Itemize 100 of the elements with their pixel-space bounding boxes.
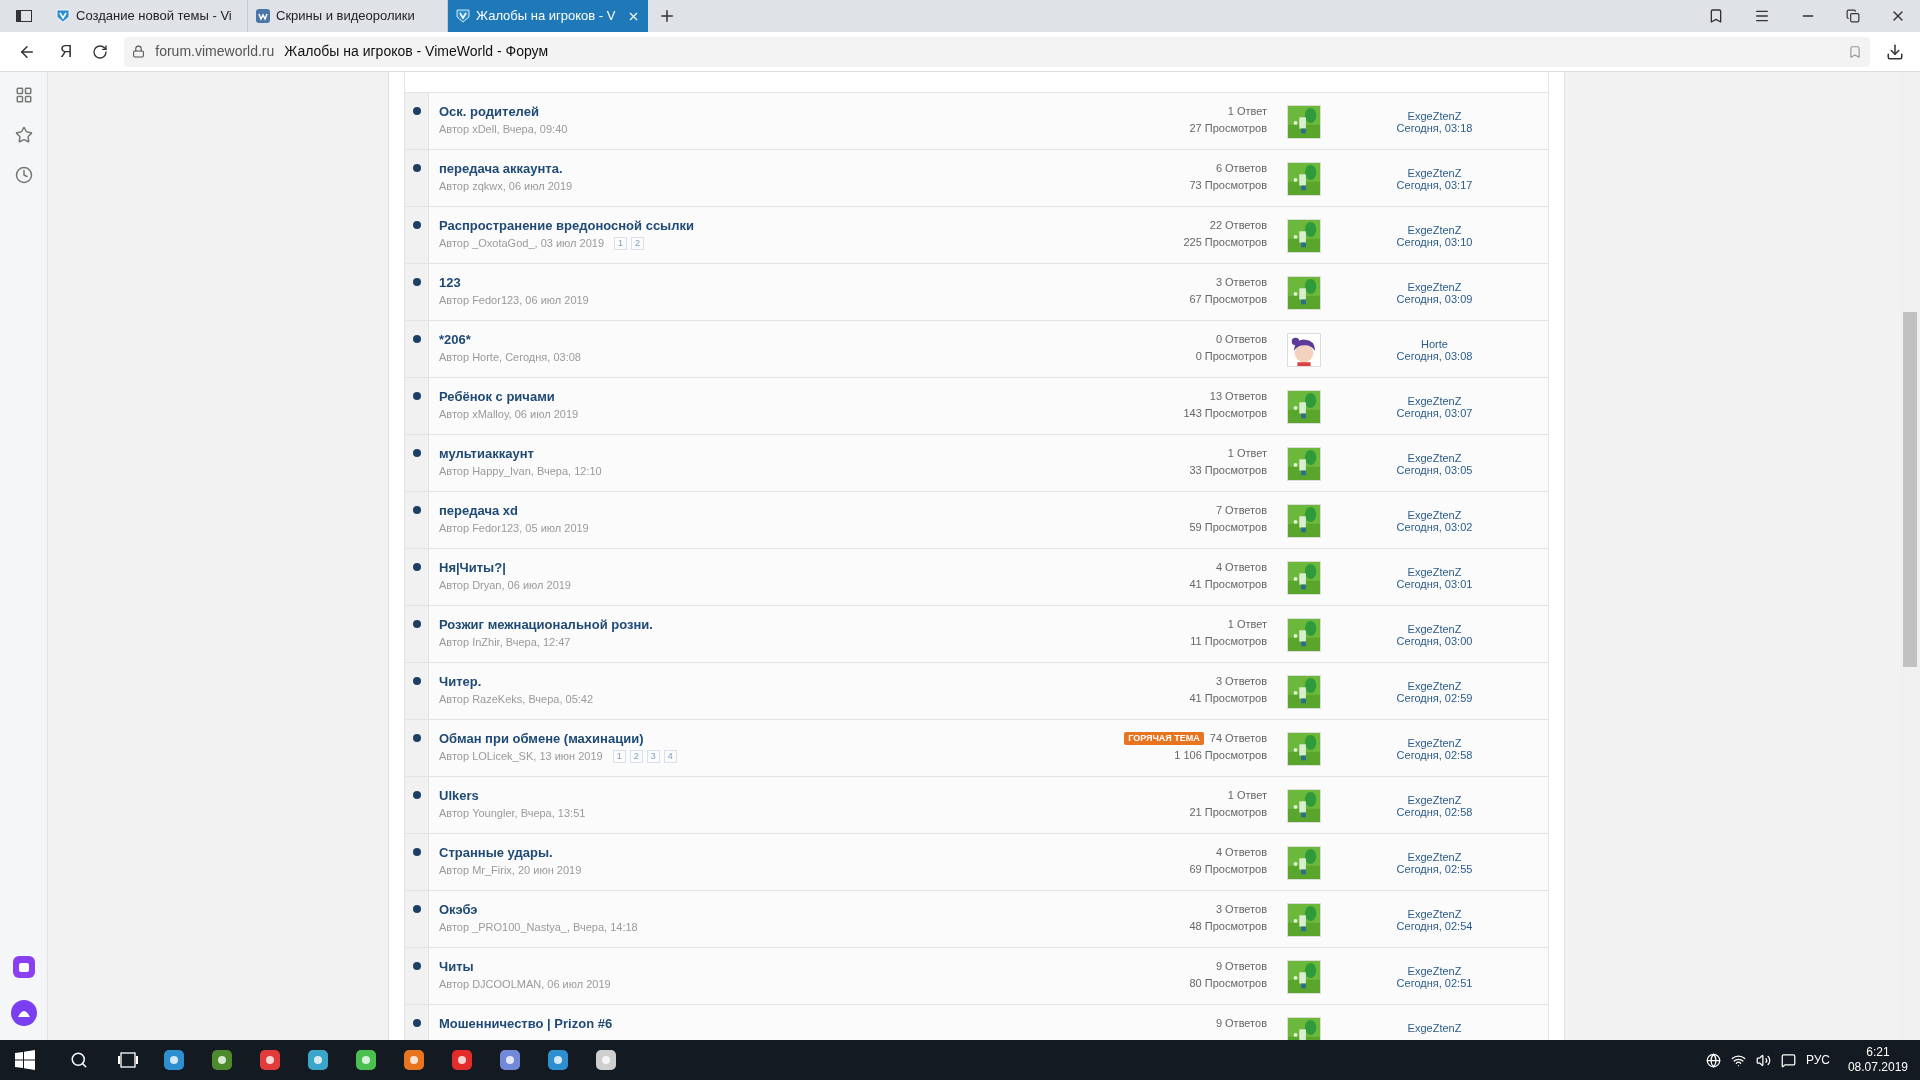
last-poster-link[interactable]: ExgeZtenZ bbox=[1407, 110, 1462, 122]
last-post-time[interactable]: Сегодня, 03:05 bbox=[1396, 463, 1473, 477]
network-icon[interactable] bbox=[1705, 1052, 1721, 1068]
last-poster-link[interactable]: ExgeZtenZ bbox=[1407, 224, 1462, 236]
last-poster-link[interactable]: ExgeZtenZ bbox=[1407, 680, 1462, 692]
new-tab-icon[interactable] bbox=[658, 7, 676, 25]
last-post-time[interactable]: Сегодня, 03:01 bbox=[1396, 577, 1473, 591]
language-indicator[interactable]: РУС bbox=[1805, 1051, 1830, 1069]
reply-count: 22 Ответов bbox=[1209, 218, 1267, 234]
last-poster-link[interactable]: ExgeZtenZ bbox=[1407, 851, 1462, 863]
topic-title-link[interactable]: Обман при обмене (махинации) bbox=[439, 730, 644, 747]
last-poster-link[interactable]: ExgeZtenZ bbox=[1407, 566, 1462, 578]
restore-icon[interactable] bbox=[1846, 9, 1860, 23]
reply-count: 1 Ответ bbox=[1227, 104, 1267, 120]
reply-count: 1 Ответ bbox=[1227, 446, 1267, 462]
reload-icon[interactable] bbox=[92, 43, 109, 60]
download-icon[interactable] bbox=[1886, 42, 1904, 61]
topic-title-link[interactable]: мультиаккаунт bbox=[439, 445, 534, 462]
topic-title-link[interactable]: Ня|Читы?| bbox=[439, 559, 506, 576]
menu-icon[interactable] bbox=[1754, 8, 1770, 24]
last-post-time[interactable]: Сегодня, 03:10 bbox=[1396, 235, 1473, 249]
last-poster-link[interactable]: ExgeZtenZ bbox=[1407, 908, 1462, 920]
wifi-icon[interactable] bbox=[1730, 1052, 1746, 1068]
topic-byline: Автор RazeKeks, Вчера, 05:42 bbox=[439, 692, 594, 706]
address-bar[interactable]: forum.vimeworld.ru Жалобы на игроков - VimeWorld - Форум bbox=[124, 36, 1870, 67]
last-poster-link[interactable]: ExgeZtenZ bbox=[1407, 737, 1462, 749]
last-post-time[interactable]: Сегодня, 02:54 bbox=[1396, 919, 1473, 933]
browser-logo[interactable]: Я bbox=[60, 38, 73, 65]
task-view-icon[interactable] bbox=[118, 1052, 138, 1068]
topic-title-link[interactable]: передача аккаунта. bbox=[439, 160, 563, 177]
view-count: 41 Просмотров bbox=[1189, 577, 1267, 591]
reply-count: 4 Ответов bbox=[1215, 560, 1267, 576]
last-post-time[interactable]: Сегодня, 03:17 bbox=[1396, 178, 1473, 192]
view-count: 73 Просмотров bbox=[1189, 178, 1267, 192]
topic-byline: Автор _OxotaGod_, 03 июл 2019 bbox=[439, 236, 605, 250]
topic-title-link[interactable]: Розжиг межнациональной розни. bbox=[439, 616, 653, 633]
topic-title-link[interactable]: Окэбэ bbox=[439, 901, 478, 918]
reply-count: 6 Ответов bbox=[1215, 161, 1267, 177]
last-post-time[interactable]: Сегодня, 02:59 bbox=[1396, 691, 1473, 705]
topic-title-link[interactable]: Ulkers bbox=[439, 787, 479, 804]
search-icon[interactable] bbox=[70, 1051, 88, 1069]
last-post-time[interactable]: Сегодня, 03:18 bbox=[1396, 121, 1473, 135]
topic-title-link[interactable]: 123 bbox=[439, 274, 461, 291]
topic-title-link[interactable]: Читер. bbox=[439, 673, 482, 690]
last-post-time[interactable]: Сегодня, 03:02 bbox=[1396, 520, 1473, 534]
assistant-icon[interactable] bbox=[10, 1000, 37, 1026]
volume-icon[interactable] bbox=[1755, 1052, 1771, 1068]
last-poster-link[interactable]: ExgeZtenZ bbox=[1407, 509, 1462, 521]
scrollbar-thumb[interactable] bbox=[1903, 312, 1917, 667]
last-poster-link[interactable]: ExgeZtenZ bbox=[1407, 1022, 1462, 1034]
topic-title-link[interactable]: передача xd bbox=[439, 502, 518, 519]
notifications-icon[interactable] bbox=[1780, 1052, 1796, 1068]
view-count: 0 Просмотров bbox=[1195, 349, 1267, 363]
view-count: 21 Просмотров bbox=[1189, 805, 1267, 819]
view-count: 27 Просмотров bbox=[1189, 121, 1267, 135]
apps-grid-icon[interactable] bbox=[14, 86, 33, 104]
last-poster-link[interactable]: Horte bbox=[1421, 338, 1448, 350]
topic-title-link[interactable]: Оск. родителей bbox=[439, 103, 539, 120]
history-icon[interactable] bbox=[14, 166, 33, 184]
view-count: 1 106 Просмотров bbox=[1174, 748, 1267, 762]
last-poster-link[interactable]: ExgeZtenZ bbox=[1407, 452, 1462, 464]
topic-title-link[interactable]: Читы bbox=[439, 958, 474, 975]
last-poster-link[interactable]: ExgeZtenZ bbox=[1407, 281, 1462, 293]
last-poster-link[interactable]: ExgeZtenZ bbox=[1407, 794, 1462, 806]
last-post-time[interactable]: Сегодня, 02:58 bbox=[1396, 805, 1473, 819]
browser-tab[interactable]: Жалобы на игроков - V bbox=[448, 0, 648, 32]
reply-count: 3 Ответов bbox=[1215, 275, 1267, 291]
last-poster-link[interactable]: ExgeZtenZ bbox=[1407, 395, 1462, 407]
reply-count: 13 Ответов bbox=[1209, 389, 1267, 405]
topic-byline: Автор _PRO100_Nastya_, Вчера, 14:18 bbox=[439, 920, 638, 934]
topic-title-link[interactable]: Странные удары. bbox=[439, 844, 553, 861]
last-post-time[interactable]: Сегодня, 03:00 bbox=[1396, 634, 1473, 648]
windows-start-icon[interactable] bbox=[15, 1050, 35, 1070]
last-poster-link[interactable]: ExgeZtenZ bbox=[1407, 965, 1462, 977]
topic-title-link[interactable]: *206* bbox=[439, 331, 471, 348]
last-post-time[interactable]: Сегодня, 02:58 bbox=[1396, 748, 1473, 762]
star-icon[interactable] bbox=[14, 126, 33, 144]
topic-byline: Автор InZhir, Вчера, 12:47 bbox=[439, 635, 571, 649]
last-post-time[interactable]: Сегодня, 03:07 bbox=[1396, 406, 1473, 420]
last-poster-link[interactable]: ExgeZtenZ bbox=[1407, 167, 1462, 179]
last-post-time[interactable]: Сегодня, 02:55 bbox=[1396, 862, 1473, 876]
lock-icon bbox=[132, 45, 146, 58]
sidebar-toggle-icon[interactable] bbox=[16, 10, 32, 22]
topic-byline: Автор LOLicek_SK, 13 июн 2019 bbox=[439, 749, 603, 763]
topic-title-link[interactable]: Мошенничество | Prizon #6 bbox=[439, 1015, 613, 1032]
topic-byline: Автор Dryan, 06 июл 2019 bbox=[439, 578, 571, 592]
last-poster-link[interactable]: ExgeZtenZ bbox=[1407, 623, 1462, 635]
topic-title-link[interactable]: Ребёнок с ричами bbox=[439, 388, 555, 405]
topic-title-link[interactable]: Распространение вредоносной ссылки bbox=[439, 217, 694, 234]
reply-count: 74 Ответов bbox=[1209, 731, 1267, 747]
last-post-time[interactable]: Сегодня, 02:51 bbox=[1396, 976, 1473, 990]
last-post-time[interactable]: Сегодня, 03:09 bbox=[1396, 292, 1473, 306]
bookmarks-icon[interactable] bbox=[1708, 8, 1724, 24]
view-count: 80 Просмотров bbox=[1189, 976, 1267, 990]
reply-count: 3 Ответов bbox=[1215, 902, 1267, 918]
clock[interactable]: 6:21 08.07.2019 bbox=[1847, 1045, 1908, 1075]
view-count: 143 Просмотров bbox=[1183, 406, 1267, 420]
last-post-time[interactable]: Сегодня, 03:08 bbox=[1396, 349, 1473, 363]
topic-byline: Автор Fedor123, 06 июл 2019 bbox=[439, 293, 589, 307]
app-icon[interactable] bbox=[12, 956, 35, 978]
